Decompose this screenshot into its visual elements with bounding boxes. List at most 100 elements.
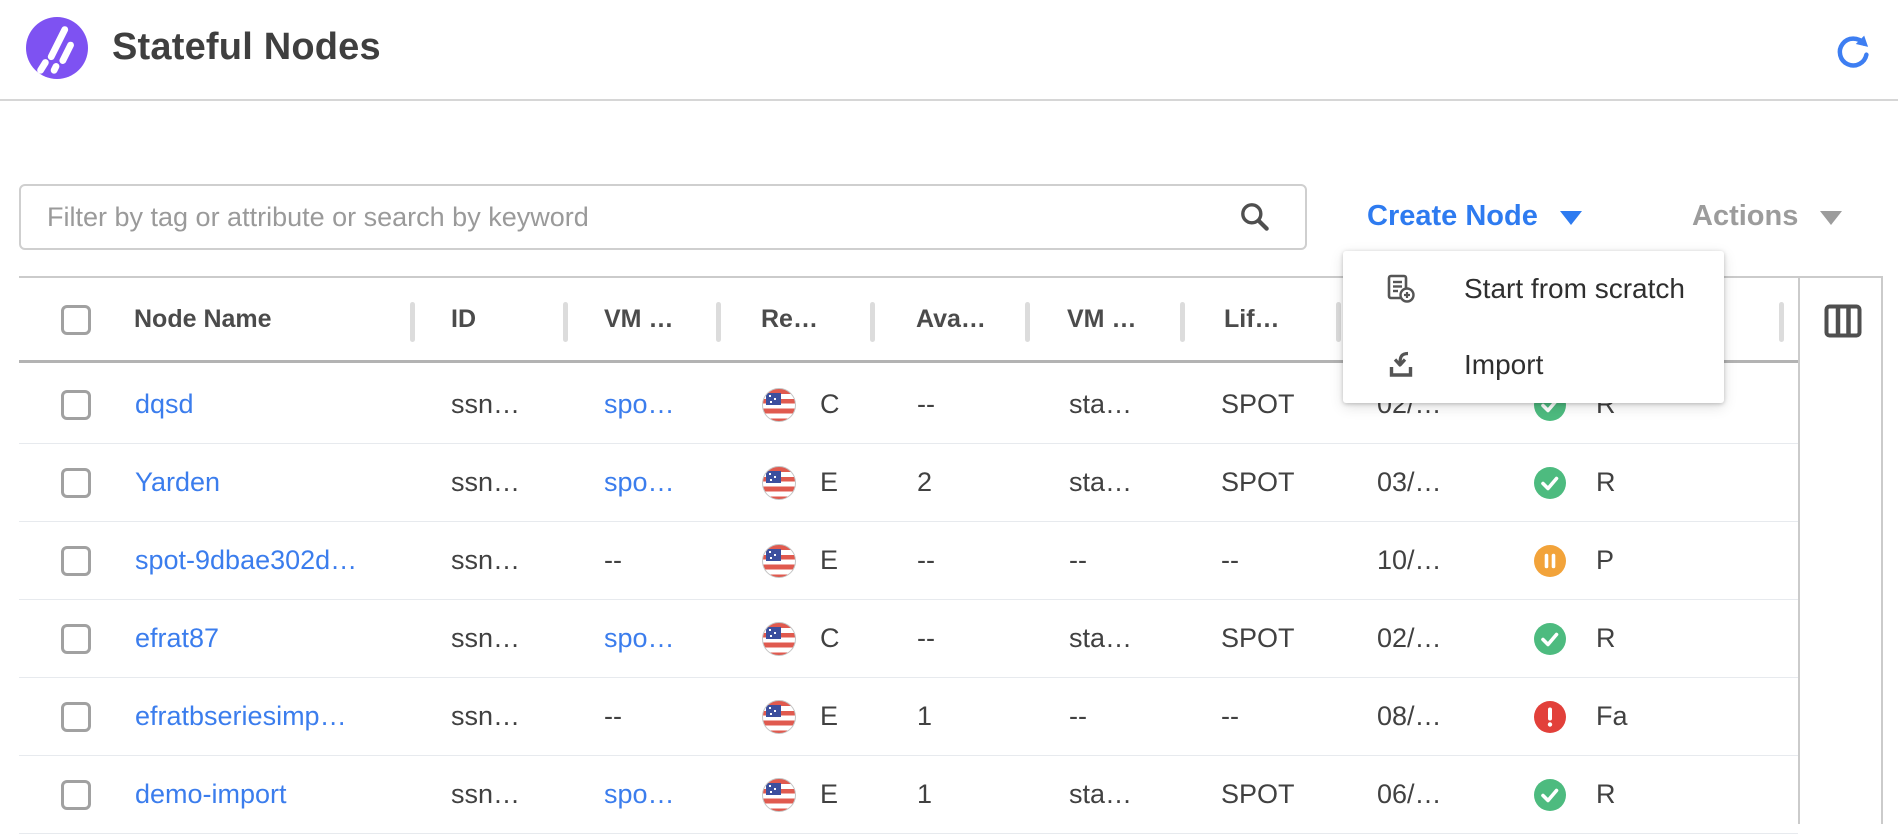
column-picker-button[interactable] (1824, 304, 1862, 338)
lifecycle: SPOT (1182, 389, 1338, 420)
column-divider (563, 302, 568, 342)
create-node-button[interactable]: Create Node (1367, 194, 1582, 238)
menu-item-import[interactable]: Import (1343, 327, 1724, 403)
node-name-link[interactable]: efrat87 (135, 623, 219, 653)
node-name-link[interactable]: dqsd (135, 389, 194, 419)
status-badge: R (1596, 623, 1616, 654)
column-divider (410, 302, 415, 342)
row-checkbox[interactable] (61, 390, 91, 420)
node-name-link[interactable]: spot-9dbae302d… (135, 545, 357, 575)
menu-item-label: Import (1464, 349, 1543, 381)
created-date: 02/… (1338, 623, 1490, 654)
col-header-node-name[interactable]: Node Name (112, 305, 412, 334)
header-divider (0, 99, 1898, 101)
lifecycle: SPOT (1182, 623, 1338, 654)
availability-zone: 1 (872, 779, 1027, 810)
menu-item-start-from-scratch[interactable]: Start from scratch (1343, 251, 1724, 327)
vm-size: sta… (1027, 623, 1182, 654)
chevron-down-icon (1820, 211, 1842, 225)
vm-name-link[interactable]: spo… (604, 623, 675, 653)
status-badge: P (1596, 545, 1614, 576)
spot-logo-icon (26, 17, 88, 79)
col-header-vm-name[interactable]: VM … (565, 305, 718, 334)
filter-bar (19, 184, 1307, 250)
import-icon (1385, 349, 1417, 381)
vm-name: -- (565, 701, 718, 732)
lifecycle: SPOT (1182, 467, 1338, 498)
vm-size: -- (1027, 701, 1182, 732)
actions-button[interactable]: Actions (1692, 194, 1842, 238)
region-code: E (820, 467, 838, 498)
created-date: 10/… (1338, 545, 1490, 576)
availability-zone: -- (872, 623, 1027, 654)
node-id: ssn… (412, 701, 565, 732)
vm-size: sta… (1027, 467, 1182, 498)
node-name-link[interactable]: Yarden (135, 467, 220, 497)
columns-icon (1824, 304, 1862, 338)
column-divider (1336, 302, 1341, 342)
column-divider (716, 302, 721, 342)
select-all-checkbox[interactable] (61, 305, 91, 335)
table-row: efratbseriesimp… ssn… -- E 1 -- -- 08/… … (19, 678, 1798, 756)
column-divider (1025, 302, 1030, 342)
us-flag-icon (762, 700, 796, 734)
row-checkbox[interactable] (61, 780, 91, 810)
column-picker-column (1798, 278, 1883, 824)
menu-item-label: Start from scratch (1464, 273, 1685, 305)
us-flag-icon (762, 622, 796, 656)
us-flag-icon (762, 466, 796, 500)
page-title: Stateful Nodes (112, 26, 381, 69)
table-row: demo-import ssn… spo… E 1 sta… SPOT 06/…… (19, 756, 1798, 834)
col-header-region[interactable]: Re… (718, 305, 872, 334)
status-running-icon (1534, 467, 1566, 499)
node-name-link[interactable]: efratbseriesimp… (135, 701, 347, 731)
region-code: E (820, 545, 838, 576)
lifecycle: SPOT (1182, 779, 1338, 810)
col-header-vm-size[interactable]: VM … (1027, 305, 1182, 334)
page-header: Stateful Nodes (0, 0, 1898, 100)
col-header-availability[interactable]: Ava… (872, 305, 1027, 334)
row-checkbox[interactable] (61, 468, 91, 498)
row-checkbox[interactable] (61, 624, 91, 654)
us-flag-icon (762, 388, 796, 422)
vm-size: sta… (1027, 389, 1182, 420)
vm-size: -- (1027, 545, 1182, 576)
vm-name-link[interactable]: spo… (604, 389, 675, 419)
filter-input[interactable] (19, 184, 1307, 250)
node-id: ssn… (412, 779, 565, 810)
status-badge: Fa (1596, 701, 1628, 732)
col-header-lifecycle[interactable]: Lif… (1182, 305, 1338, 334)
chevron-down-icon (1560, 211, 1582, 225)
availability-zone: -- (872, 545, 1027, 576)
created-date: 08/… (1338, 701, 1490, 732)
actions-label: Actions (1692, 200, 1798, 233)
search-icon (1237, 199, 1273, 235)
region-code: C (820, 623, 840, 654)
col-header-id[interactable]: ID (412, 305, 565, 334)
status-running-icon (1534, 779, 1566, 811)
vm-name-link[interactable]: spo… (604, 467, 675, 497)
us-flag-icon (762, 778, 796, 812)
node-id: ssn… (412, 623, 565, 654)
node-name-link[interactable]: demo-import (135, 779, 287, 809)
region-code: E (820, 779, 838, 810)
status-badge: R (1596, 467, 1616, 498)
created-date: 03/… (1338, 467, 1490, 498)
row-checkbox[interactable] (61, 546, 91, 576)
region-code: E (820, 701, 838, 732)
table-row: efrat87 ssn… spo… C -- sta… SPOT 02/… R (19, 600, 1798, 678)
note-add-icon (1385, 273, 1417, 305)
us-flag-icon (762, 544, 796, 578)
refresh-icon (1834, 34, 1872, 72)
availability-zone: 1 (872, 701, 1027, 732)
node-id: ssn… (412, 545, 565, 576)
refresh-button[interactable] (1834, 34, 1872, 72)
table-body: dqsd ssn… spo… C -- sta… SPOT 02/… R Yar… (19, 366, 1798, 834)
column-divider (1180, 302, 1185, 342)
table-row: spot-9dbae302d… ssn… -- E -- -- -- 10/… … (19, 522, 1798, 600)
column-divider (1779, 302, 1784, 342)
vm-name-link[interactable]: spo… (604, 779, 675, 809)
create-node-menu: Start from scratch Import (1343, 251, 1724, 403)
availability-zone: -- (872, 389, 1027, 420)
row-checkbox[interactable] (61, 702, 91, 732)
